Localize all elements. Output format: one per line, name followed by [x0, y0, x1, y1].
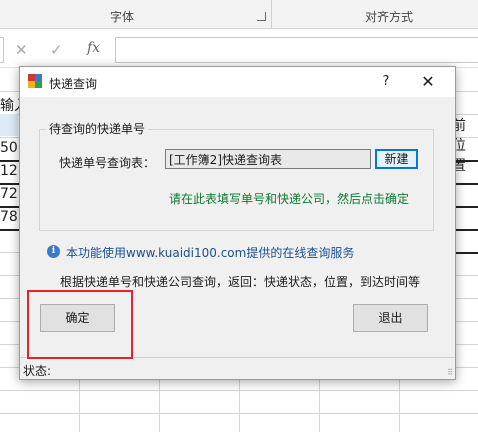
status-label: 状态: [23, 364, 52, 378]
cell-value: 72 [0, 186, 18, 202]
insert-function-icon[interactable]: fx [87, 40, 100, 56]
cell-border [0, 206, 20, 208]
help-button[interactable]: ? [372, 71, 400, 93]
cell-border [454, 160, 478, 162]
highlight-annotation [27, 290, 133, 359]
app-icon [28, 74, 42, 88]
font-dialog-launcher-icon[interactable] [257, 12, 266, 21]
ribbon-group-labels: 字体 对齐方式 [0, 0, 478, 29]
cell-border [454, 252, 478, 254]
query-table-field[interactable]: [工作簿2]快递查询表 [165, 149, 371, 169]
cell-border [0, 183, 20, 185]
formula-bar: ✕ ✓ fx [0, 29, 478, 68]
tracking-number-groupbox [39, 129, 434, 231]
resize-grip-icon[interactable]: ⠿ [447, 368, 453, 377]
query-table-label: 快递单号查询表： [59, 156, 156, 170]
font-group-label: 字体 [110, 10, 135, 24]
formula-input[interactable] [115, 37, 478, 63]
cell-border [454, 229, 478, 231]
ribbon-separator [271, 0, 272, 28]
hint-text: 请在此表填写单号和快递公司，然后点击确定 [169, 192, 410, 206]
dialog-title: 快递查询 [49, 77, 98, 91]
cell-border [454, 183, 478, 185]
cell-value: 12 [0, 163, 18, 179]
cell-border [454, 206, 478, 208]
header-cell-fill [0, 114, 18, 136]
confirm-icon[interactable]: ✓ [50, 41, 63, 59]
service-info-text: 本功能使用www.kuaidi100.com提供的在线查询服务 [66, 246, 355, 260]
close-button[interactable]: ✕ [413, 70, 443, 94]
description-text: 根据快递单号和快递公司查询，返回：快递状态，位置，到达时间等 [60, 275, 421, 289]
info-icon: i [47, 245, 60, 258]
groupbox-title: 待查询的快递单号 [46, 120, 149, 137]
dialog-titlebar[interactable]: 快递查询 ? ✕ [20, 67, 455, 97]
exit-button[interactable]: 退出 [353, 304, 428, 332]
name-box[interactable] [0, 37, 4, 63]
new-button[interactable]: 新建 [375, 149, 418, 169]
cell-border [0, 229, 20, 231]
cancel-icon[interactable]: ✕ [15, 41, 28, 59]
alignment-group-label: 对齐方式 [365, 10, 414, 24]
cell-border [0, 160, 20, 162]
status-bar: 状态: ⠿ [20, 357, 455, 380]
